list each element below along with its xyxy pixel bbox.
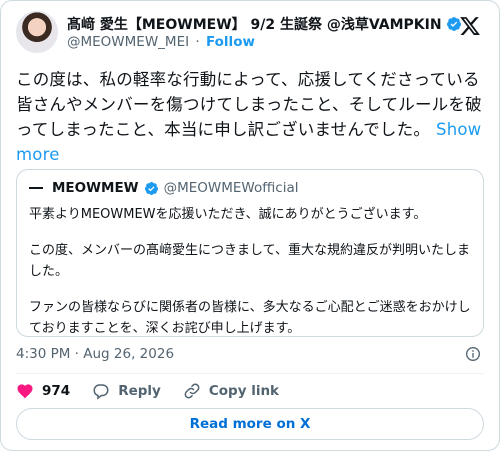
author-name[interactable]: 髙﨑 愛生【MEOWMEW】 9/2 生誕祭 @浅草VAMPKIN [67, 14, 442, 34]
avatar[interactable] [16, 11, 58, 53]
quoted-tweet[interactable]: MEOWMEW @MEOWMEWofficial 平素よりMEOWMEWを応援い… [16, 169, 484, 337]
quoted-author-handle: @MEOWMEWofficial [163, 180, 299, 196]
read-more-button[interactable]: Read more on X [16, 408, 484, 440]
action-bar: 974 Reply Copy link [16, 382, 301, 400]
quoted-avatar-icon [29, 187, 43, 189]
tweet-text: この度は、私の軽率な行動によって、応援してくださっている皆さんやメンバーを傷つけ… [16, 67, 486, 167]
quoted-tweet-header: MEOWMEW @MEOWMEWofficial [29, 180, 298, 196]
quoted-paragraph: ファンの皆様ならびに関係者の皆様に、多大なるご心配とご迷惑をおかけしておりますこ… [29, 300, 471, 336]
info-icon[interactable] [465, 346, 481, 362]
tweet-card: 髙﨑 愛生【MEOWMEW】 9/2 生誕祭 @浅草VAMPKIN @MEOWM… [0, 0, 500, 451]
quoted-paragraph: この度、メンバーの髙﨑愛生につきまして、重大な規約違反が判明いたしました。 [29, 243, 470, 279]
author-name-row: 髙﨑 愛生【MEOWMEW】 9/2 生誕祭 @浅草VAMPKIN [67, 14, 462, 34]
separator-dot: · [195, 34, 200, 50]
divider [16, 373, 484, 374]
tweet-body: この度は、私の軽率な行動によって、応援してくださっている皆さんやメンバーを傷つけ… [16, 70, 482, 139]
quoted-author-name: MEOWMEW [52, 180, 139, 196]
author-handle[interactable]: @MEOWMEW_MEI [67, 34, 189, 50]
tweet-header: 髙﨑 愛生【MEOWMEW】 9/2 生誕祭 @浅草VAMPKIN @MEOWM… [16, 11, 487, 57]
follow-button[interactable]: Follow [206, 34, 255, 50]
copy-link-label: Copy link [208, 383, 280, 399]
quoted-tweet-body: 平素よりMEOWMEWを応援いただき、誠にありがとうございます。 この度、メンバ… [29, 204, 475, 339]
author-handle-row: @MEOWMEW_MEI · Follow [67, 34, 255, 50]
like-button[interactable]: 974 [16, 382, 70, 400]
quoted-verified-badge-icon [144, 181, 158, 195]
reply-bubble-icon [93, 384, 109, 400]
quoted-paragraph: 平素よりMEOWMEWを応援いただき、誠にありがとうございます。 [29, 207, 427, 222]
like-count: 974 [42, 383, 71, 399]
tweet-timestamp[interactable]: 4:30 PM · Aug 26, 2026 [16, 346, 174, 362]
heart-icon [17, 384, 33, 399]
reply-button[interactable]: Reply [92, 382, 161, 400]
link-icon [184, 383, 200, 399]
reply-label: Reply [118, 383, 161, 399]
copy-link-button[interactable]: Copy link [183, 382, 279, 400]
x-logo-icon[interactable] [459, 15, 481, 37]
